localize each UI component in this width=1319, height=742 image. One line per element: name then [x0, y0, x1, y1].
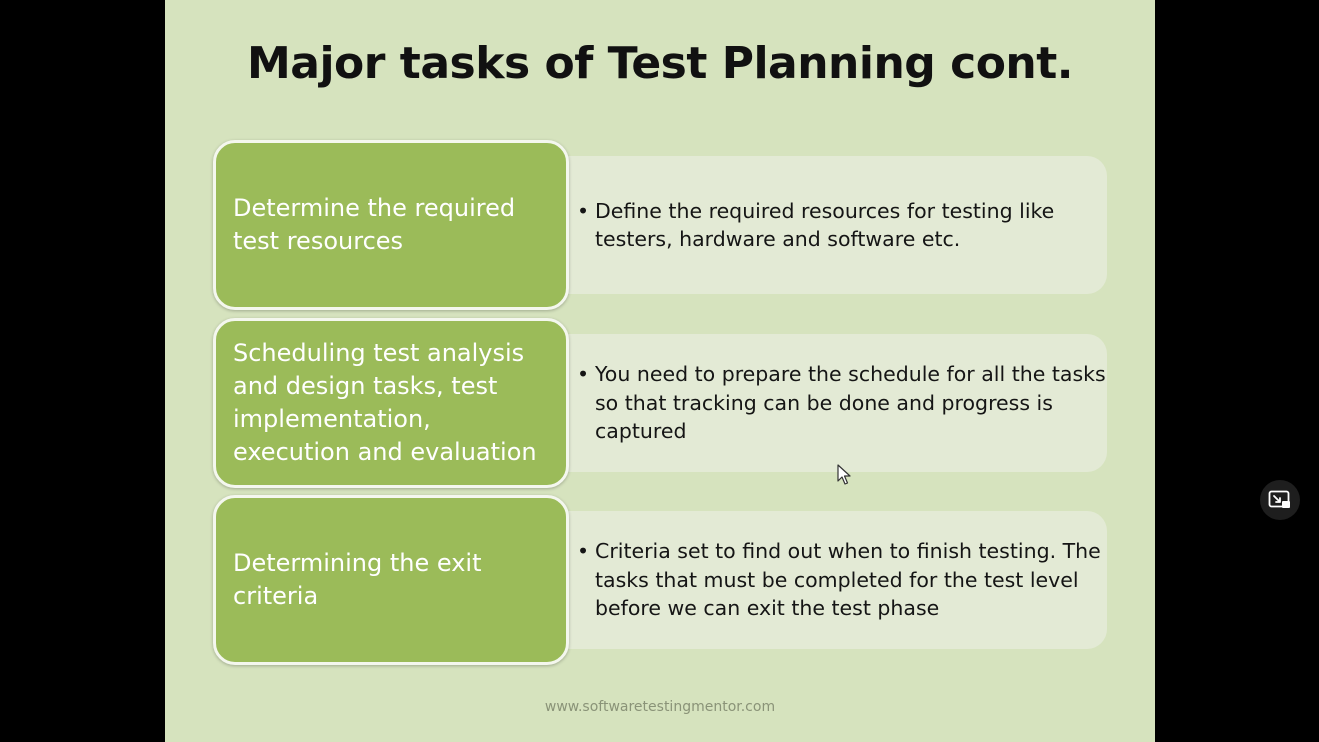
- picture-in-picture-icon: [1268, 490, 1290, 508]
- bullet-icon: •: [577, 539, 590, 564]
- task-box: Scheduling test analysis and design task…: [213, 318, 569, 488]
- slide-title: Major tasks of Test Planning cont.: [246, 38, 1074, 89]
- bullet-item: • Define the required resources for test…: [577, 197, 1107, 254]
- video-viewport: Major tasks of Test Planning cont. Deter…: [0, 0, 1319, 742]
- task-label: Determine the required test resources: [233, 194, 516, 255]
- task-label: Scheduling test analysis and design task…: [233, 339, 537, 466]
- description-content: • Criteria set to find out when to finis…: [577, 495, 1107, 665]
- task-box: Determine the required test resources: [213, 140, 569, 310]
- description-content: • You need to prepare the schedule for a…: [577, 318, 1107, 488]
- task-row: Determining the exit criteria • Criteria…: [213, 495, 1113, 665]
- footer-url: www.softwaretestingmentor.com: [544, 699, 776, 715]
- bullet-icon: •: [577, 198, 590, 223]
- bullet-item: • Criteria set to find out when to finis…: [577, 537, 1107, 623]
- description-text: Define the required resources for testin…: [595, 198, 1055, 252]
- presentation-slide: Major tasks of Test Planning cont. Deter…: [165, 0, 1155, 742]
- description-text: You need to prepare the schedule for all…: [595, 362, 1106, 444]
- mouse-pointer-icon: [837, 464, 851, 485]
- description-text: Criteria set to find out when to finish …: [595, 539, 1101, 621]
- task-label: Determining the exit criteria: [233, 549, 482, 610]
- bullet-item: • You need to prepare the schedule for a…: [577, 360, 1107, 446]
- task-row: Scheduling test analysis and design task…: [213, 318, 1113, 488]
- picture-in-picture-button[interactable]: [1260, 480, 1300, 520]
- task-row: Determine the required test resources • …: [213, 140, 1113, 310]
- task-box: Determining the exit criteria: [213, 495, 569, 665]
- description-content: • Define the required resources for test…: [577, 140, 1107, 310]
- bullet-icon: •: [577, 362, 590, 387]
